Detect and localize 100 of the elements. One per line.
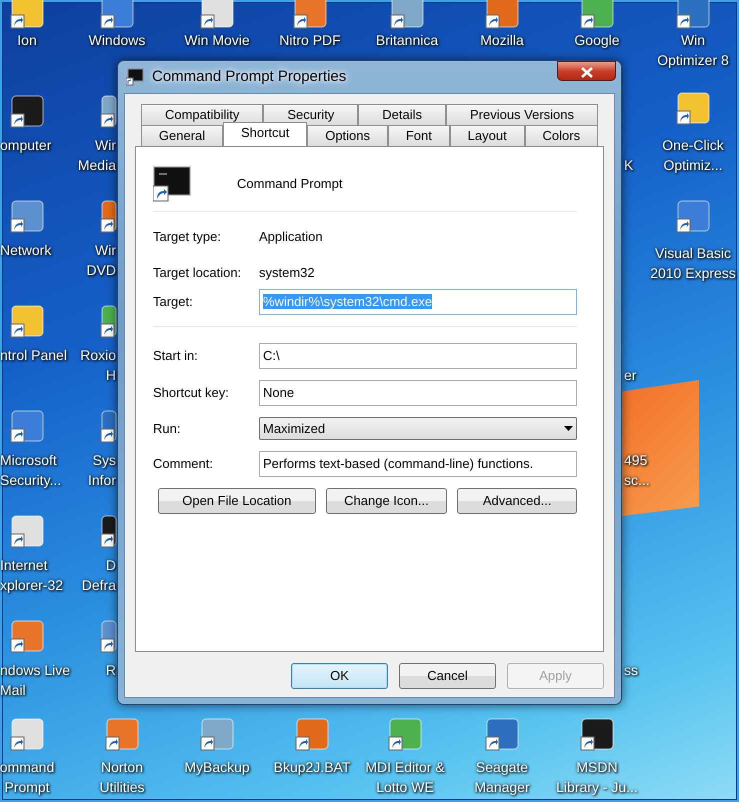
- icon-label: Wir: [95, 136, 116, 155]
- dialog-button[interactable]: Cancel: [399, 663, 496, 689]
- icon-label: Security...: [0, 471, 62, 490]
- icon-label: 2010 Express: [650, 264, 736, 283]
- icon-label: xplorer-32: [0, 576, 64, 595]
- icon-label: H: [106, 366, 116, 385]
- icon-label: Utilities: [99, 778, 145, 797]
- icon-label: Seagate: [476, 758, 528, 777]
- field-label: Run:: [153, 420, 182, 438]
- icon-label: Manager: [474, 778, 530, 797]
- shortcut-icon[interactable]: [293, 0, 327, 30]
- shortcut-icon[interactable]: [100, 95, 117, 129]
- icon-label: K: [624, 156, 634, 175]
- field-label: Start in:: [153, 347, 199, 366]
- icon-label: Internet: [0, 556, 48, 575]
- icon-label: Prompt: [4, 778, 50, 797]
- tab[interactable]: Previous Versions: [446, 104, 598, 125]
- tab[interactable]: General: [141, 125, 224, 146]
- dropdown-arrow-icon: [564, 426, 573, 431]
- input-field[interactable]: C:\: [259, 343, 577, 369]
- icon-label: D: [106, 556, 116, 575]
- input-field[interactable]: Performs text-based (command-line) functions.: [259, 451, 577, 477]
- action-button[interactable]: Advanced...: [457, 488, 577, 514]
- dialog-button[interactable]: OK: [291, 663, 388, 689]
- shortcut-icon[interactable]: [100, 0, 134, 30]
- icon-label: Mail: [0, 681, 26, 700]
- tab[interactable]: Layout: [450, 125, 525, 146]
- icon-label: Windows: [88, 31, 146, 50]
- icon-label: Lotto WE: [376, 778, 434, 797]
- tab[interactable]: Compatibility: [141, 104, 264, 125]
- icon-label: Bkup2J.BAT: [274, 758, 350, 777]
- icon-label: Win Movie: [184, 31, 250, 50]
- close-icon: [580, 66, 592, 78]
- icon-label: Google: [574, 31, 620, 50]
- icon-label: Sys: [92, 451, 116, 470]
- field-label: Target type:: [153, 228, 222, 246]
- icon-label: Library - Ju...: [556, 778, 638, 797]
- shortcut-name: Command Prompt: [237, 175, 342, 194]
- shortcut-icon[interactable]: [485, 0, 519, 30]
- shortcut-icon[interactable]: [580, 718, 614, 752]
- tab[interactable]: Shortcut: [223, 122, 308, 146]
- icon-label: Optimizer 8: [657, 51, 729, 70]
- shortcut-icon[interactable]: [100, 305, 117, 339]
- shortcut-icon[interactable]: [100, 200, 117, 234]
- icon-label: Mozilla: [480, 31, 524, 50]
- shortcut-icon[interactable]: [10, 305, 44, 339]
- icon-label: ntrol Panel: [0, 346, 67, 365]
- icon-label: sc...: [624, 471, 650, 490]
- tab[interactable]: Font: [388, 125, 450, 146]
- shortcut-icon[interactable]: [200, 0, 234, 30]
- icon-label: MDI Editor &: [365, 758, 445, 777]
- icon-label: Media: [78, 156, 116, 175]
- icon-label: Nitro PDF: [279, 31, 341, 50]
- icon-label: er: [624, 366, 636, 385]
- input-field[interactable]: None: [259, 380, 577, 406]
- tab[interactable]: Colors: [524, 125, 598, 146]
- icon-label: MSDN: [576, 758, 618, 777]
- icon-label: Optimiz...: [663, 156, 723, 175]
- shortcut-icon[interactable]: [676, 92, 710, 126]
- icon-label: One-Click: [662, 136, 724, 155]
- icon-label: Wir: [95, 241, 116, 260]
- shortcut-icon[interactable]: [390, 0, 424, 30]
- icon-label: omputer: [0, 136, 52, 155]
- icon-label: Visual Basic: [655, 244, 731, 263]
- icon-label: ndows Live: [0, 661, 70, 680]
- shortcut-icon[interactable]: [100, 410, 117, 444]
- tab[interactable]: Options: [307, 125, 388, 146]
- field-label: Shortcut key:: [153, 384, 230, 402]
- tab[interactable]: Details: [358, 104, 446, 125]
- dropdown[interactable]: Maximized: [259, 417, 577, 440]
- icon-label: R: [106, 661, 116, 680]
- window-title: Command Prompt Properties: [152, 66, 346, 87]
- field-label: Comment:: [153, 455, 214, 474]
- console-icon: [126, 68, 144, 86]
- icon-label: 495: [624, 451, 648, 470]
- icon-label: Ion: [17, 31, 37, 50]
- icon-label: ss: [624, 661, 638, 680]
- icon-label: Britannica: [376, 31, 438, 50]
- field-label: Target:: [153, 293, 194, 312]
- icon-label: Microsoft: [0, 451, 57, 470]
- action-button[interactable]: Open File Location: [158, 488, 316, 514]
- icon-label: Infor: [88, 471, 116, 490]
- icon-label: Norton: [100, 758, 144, 777]
- shortcut-icon[interactable]: [100, 620, 117, 654]
- shortcut-icon[interactable]: [10, 95, 44, 129]
- action-button[interactable]: Change Icon...: [326, 488, 448, 514]
- close-button[interactable]: [557, 61, 616, 81]
- icon-label: Roxio: [80, 346, 116, 365]
- shortcut-icon[interactable]: [676, 0, 710, 30]
- field-value: system32: [259, 264, 315, 282]
- tab[interactable]: Security: [263, 104, 358, 125]
- shortcut-icon[interactable]: [10, 0, 44, 30]
- icon-label: Network: [0, 241, 52, 260]
- shortcut-icon[interactable]: [580, 0, 614, 30]
- field-label: Target location:: [153, 264, 242, 282]
- console-icon: [153, 166, 191, 202]
- shortcut-icon[interactable]: [10, 200, 44, 234]
- icon-label: Defra: [82, 576, 116, 595]
- icon-label: Win: [680, 31, 706, 50]
- shortcut-icon[interactable]: [100, 515, 117, 549]
